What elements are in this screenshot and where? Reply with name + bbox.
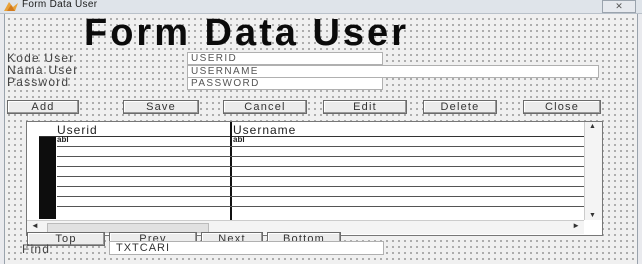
row-divider (57, 166, 584, 167)
cancel-button[interactable]: Cancel (223, 100, 307, 114)
scroll-left-icon[interactable]: ◄ (31, 221, 39, 230)
scroll-right-icon[interactable]: ► (572, 221, 580, 230)
row-divider (57, 146, 584, 147)
row-divider (57, 186, 584, 187)
row-divider (57, 156, 584, 157)
cell-username[interactable]: abl (233, 135, 245, 144)
form-icon (4, 2, 18, 11)
add-button[interactable]: Add (7, 100, 79, 114)
header-divider (39, 136, 584, 137)
label-password: Password (7, 75, 70, 89)
form-canvas: Form Data User Kode User Nama User Passw… (4, 14, 638, 264)
edit-button[interactable]: Edit (323, 100, 407, 114)
find-field[interactable]: TXTCARI (109, 241, 384, 255)
userid-field[interactable]: USERID (187, 52, 383, 65)
window-close-button[interactable]: ✕ (602, 0, 636, 13)
delete-button[interactable]: Delete (423, 100, 497, 114)
row-divider (57, 196, 584, 197)
close-icon: ✕ (615, 1, 623, 11)
close-button[interactable]: Close (523, 100, 601, 114)
row-selector-column (39, 137, 56, 219)
users-grid[interactable]: Userid Username abl abl ▲ ▼ ◄ ► (26, 121, 603, 236)
cell-userid[interactable]: abl (57, 135, 69, 144)
window-title: Form Data User (22, 0, 98, 10)
save-button[interactable]: Save (123, 100, 199, 114)
find-label: Find (22, 242, 51, 256)
vertical-scrollbar[interactable]: ▲ ▼ (584, 122, 602, 220)
row-divider (57, 176, 584, 177)
scroll-up-icon[interactable]: ▲ (589, 123, 596, 130)
row-divider (57, 206, 584, 207)
scroll-down-icon[interactable]: ▼ (589, 212, 596, 219)
password-field[interactable]: PASSWORD (187, 77, 383, 90)
form-banner-label: Form Data User (84, 12, 409, 54)
